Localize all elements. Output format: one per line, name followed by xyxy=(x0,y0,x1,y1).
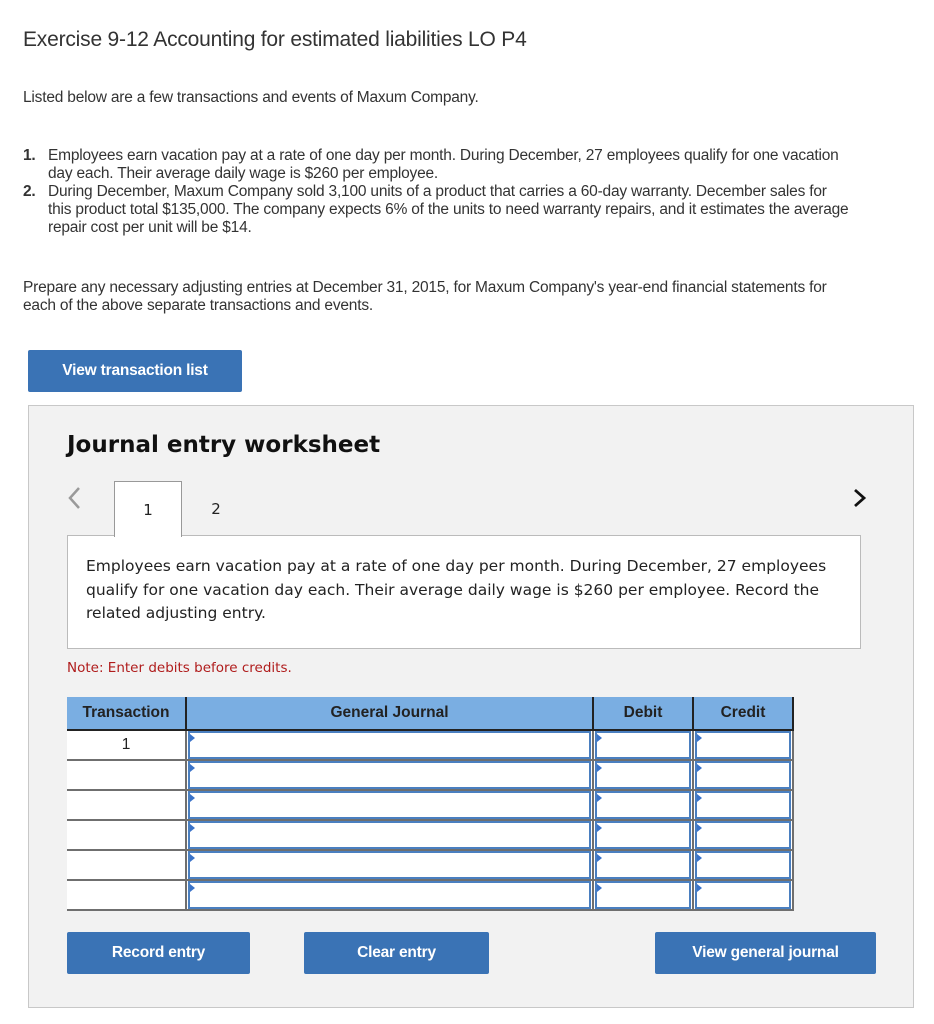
table-row xyxy=(67,760,794,791)
debit-cell[interactable] xyxy=(593,730,694,761)
view-transaction-list-button[interactable]: View transaction list xyxy=(28,350,242,392)
column-header-transaction: Transaction xyxy=(67,697,187,731)
transaction-text: Employees earn vacation pay at a rate of… xyxy=(48,147,839,182)
credit-input[interactable] xyxy=(695,881,791,909)
debit-input[interactable] xyxy=(595,791,691,819)
transaction-cell xyxy=(67,850,187,881)
tab-2[interactable]: 2 xyxy=(182,481,250,536)
debit-cell[interactable] xyxy=(593,760,694,791)
credit-cell[interactable] xyxy=(693,850,794,881)
transaction-cell xyxy=(67,760,187,791)
clear-entry-button[interactable]: Clear entry xyxy=(304,932,489,974)
table-row xyxy=(67,850,794,881)
worksheet-title: Journal entry worksheet xyxy=(67,432,381,458)
credit-input[interactable] xyxy=(695,851,791,879)
transaction-cell xyxy=(67,880,187,911)
debit-cell[interactable] xyxy=(593,790,694,821)
view-general-journal-button[interactable]: View general journal xyxy=(655,932,876,974)
table-row xyxy=(67,790,794,821)
credit-input[interactable] xyxy=(695,821,791,849)
credit-input[interactable] xyxy=(695,731,791,759)
credit-cell[interactable] xyxy=(693,760,794,791)
journal-entry-worksheet: Journal entry worksheet 1 2 Employees ea… xyxy=(28,405,914,1008)
general-journal-cell[interactable] xyxy=(186,790,594,821)
journal-table: Transaction General Journal Debit Credit… xyxy=(67,697,794,911)
general-journal-cell[interactable] xyxy=(186,820,594,851)
credit-cell[interactable] xyxy=(693,790,794,821)
page-title: Exercise 9-12 Accounting for estimated l… xyxy=(23,28,527,51)
debit-input[interactable] xyxy=(595,731,691,759)
account-select[interactable] xyxy=(188,881,591,909)
credit-cell[interactable] xyxy=(693,880,794,911)
table-row xyxy=(67,880,794,911)
column-header-credit: Credit xyxy=(692,697,794,731)
journal-header-row: Transaction General Journal Debit Credit xyxy=(67,697,794,731)
general-journal-cell[interactable] xyxy=(186,730,594,761)
debit-input[interactable] xyxy=(595,761,691,789)
account-select[interactable] xyxy=(188,761,591,789)
table-row xyxy=(67,820,794,851)
credit-input[interactable] xyxy=(695,791,791,819)
transaction-text: During December, Maxum Company sold 3,10… xyxy=(48,183,849,236)
debit-input[interactable] xyxy=(595,821,691,849)
debit-input[interactable] xyxy=(595,851,691,879)
chevron-right-icon[interactable] xyxy=(853,486,867,510)
debit-cell[interactable] xyxy=(593,820,694,851)
chevron-left-icon[interactable] xyxy=(67,486,81,510)
debit-cell[interactable] xyxy=(593,850,694,881)
account-select[interactable] xyxy=(188,731,591,759)
column-header-general-journal: General Journal xyxy=(185,697,594,731)
intro-text: Listed below are a few transactions and … xyxy=(23,89,479,106)
account-select[interactable] xyxy=(188,851,591,879)
credit-input[interactable] xyxy=(695,761,791,789)
transaction-cell xyxy=(67,820,187,851)
debit-cell[interactable] xyxy=(593,880,694,911)
record-entry-button[interactable]: Record entry xyxy=(67,932,250,974)
transaction-description: Employees earn vacation pay at a rate of… xyxy=(67,535,861,649)
account-select[interactable] xyxy=(188,791,591,819)
general-journal-cell[interactable] xyxy=(186,760,594,791)
general-journal-cell[interactable] xyxy=(186,880,594,911)
tab-label: 1 xyxy=(143,500,153,519)
tab-label: 2 xyxy=(211,499,221,518)
credit-cell[interactable] xyxy=(693,730,794,761)
general-journal-cell[interactable] xyxy=(186,850,594,881)
transaction-cell: 1 xyxy=(67,730,187,761)
table-row: 1 xyxy=(67,730,794,761)
transaction-number: 2. xyxy=(23,183,36,200)
note-text: Note: Enter debits before credits. xyxy=(67,660,292,676)
account-select[interactable] xyxy=(188,821,591,849)
debit-input[interactable] xyxy=(595,881,691,909)
transaction-number: 1. xyxy=(23,147,36,164)
transaction-item: 2. During December, Maxum Company sold 3… xyxy=(23,183,853,237)
credit-cell[interactable] xyxy=(693,820,794,851)
transaction-item: 1. Employees earn vacation pay at a rate… xyxy=(23,147,853,183)
column-header-debit: Debit xyxy=(592,697,694,731)
transaction-cell xyxy=(67,790,187,821)
tab-1[interactable]: 1 xyxy=(114,481,182,537)
transaction-list: 1. Employees earn vacation pay at a rate… xyxy=(23,147,853,237)
instructions-text: Prepare any necessary adjusting entries … xyxy=(23,279,827,314)
